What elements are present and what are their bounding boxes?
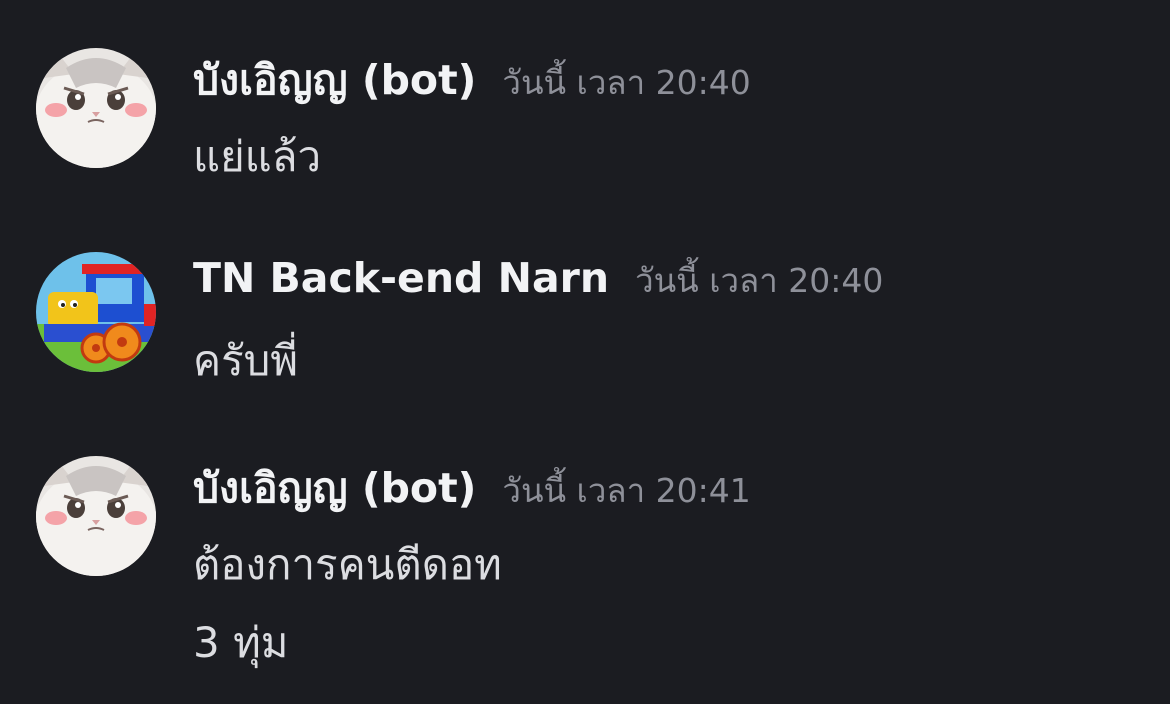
user-avatar[interactable] (36, 252, 156, 372)
message-timestamp[interactable]: วันนี้ เวลา 20:40 (635, 254, 883, 307)
message-timestamp[interactable]: วันนี้ เวลา 20:40 (502, 56, 750, 109)
user-avatar[interactable] (36, 48, 156, 168)
message-header: บังเอิญญ (bot) วันนี้ เวลา 20:41 (193, 456, 751, 521)
toy-train-avatar-icon (36, 252, 156, 372)
chat-message-list: บังเอิญญ (bot) วันนี้ เวลา 20:40 แย่แล้ว (0, 0, 1170, 704)
message-timestamp[interactable]: วันนี้ เวลา 20:41 (502, 464, 750, 517)
message-header: บังเอิญญ (bot) วันนี้ เวลา 20:40 (193, 48, 751, 113)
message-text: 3 ทุ่ม (193, 618, 289, 667)
message-text: ครับพี่ (193, 336, 298, 385)
user-avatar[interactable] (36, 456, 156, 576)
author-name[interactable]: TN Back-end Narn (193, 254, 609, 302)
white-kitten-avatar-icon (36, 456, 156, 576)
message-text: ต้องการคนตีดอท (193, 540, 502, 589)
message-text: แย่แล้ว (193, 132, 322, 181)
message-header: TN Back-end Narn วันนี้ เวลา 20:40 (193, 254, 883, 307)
author-name[interactable]: บังเอิญญ (bot) (193, 48, 476, 113)
author-name[interactable]: บังเอิญญ (bot) (193, 456, 476, 521)
white-kitten-avatar-icon (36, 48, 156, 168)
